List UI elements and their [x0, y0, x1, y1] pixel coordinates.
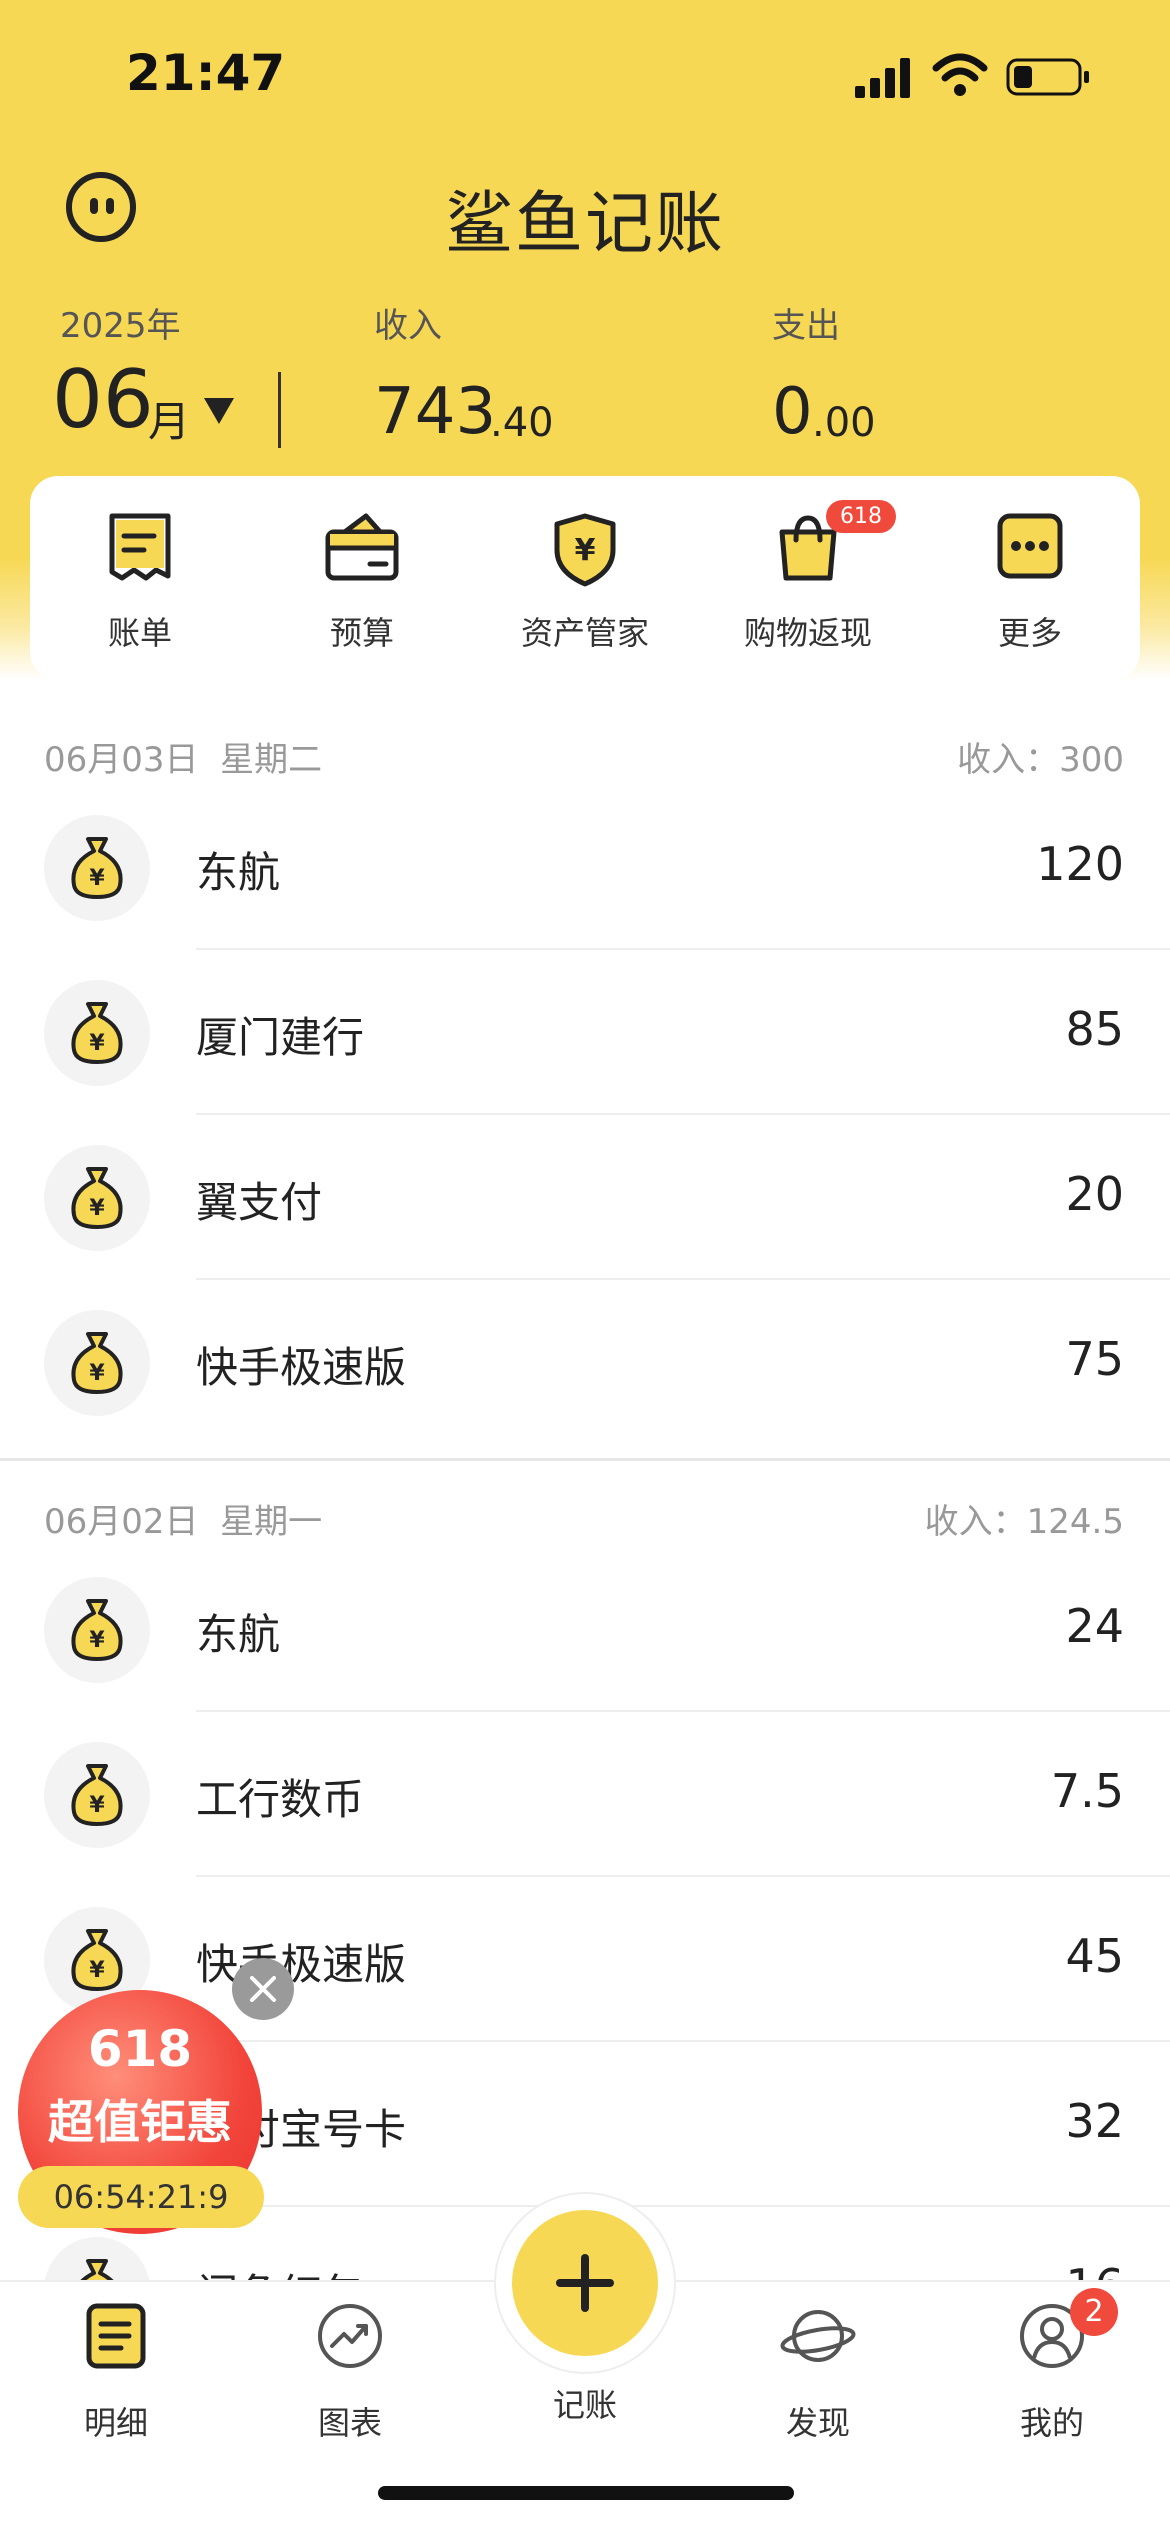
svg-text:¥: ¥ [89, 1958, 105, 1983]
svg-text:¥: ¥ [89, 1628, 105, 1653]
money-bag-icon: ¥ [44, 980, 150, 1086]
add-record-button[interactable] [512, 2210, 658, 2356]
app-title: 鲨鱼记账 [444, 185, 725, 264]
shield-yen-icon: ¥ [554, 513, 616, 587]
planet-icon [780, 2310, 856, 2362]
tab-details[interactable]: 明细 [26, 2302, 206, 2442]
income-label: 收入 [374, 306, 442, 346]
battery-icon [1006, 58, 1089, 96]
tab-label: 发现 [785, 2404, 850, 2442]
day-date: 06月02日 星期一 [44, 1502, 323, 1542]
list-icon [86, 2303, 146, 2369]
income-total: 743 [374, 375, 497, 449]
quick-action-label: 更多 [997, 614, 1062, 652]
transaction-name: 东航 [196, 848, 281, 897]
quick-action-more[interactable]: 更多 [930, 512, 1130, 662]
transaction-name: 翼支付 [196, 1178, 323, 1227]
promo-countdown: 06:54:21:9 [18, 2166, 264, 2228]
transaction-amount: 32 [1065, 2094, 1124, 2148]
transaction-name: 快手极速版 [196, 1940, 407, 1989]
transaction-amount: 24 [1065, 1599, 1124, 1653]
transaction-amount: 7.5 [1050, 1764, 1124, 1818]
expense-label: 支出 [772, 306, 840, 346]
year-label: 2025年 [60, 306, 181, 346]
transaction-name: 工行数币 [196, 1775, 365, 1824]
promo-title: 618 [87, 2020, 193, 2078]
day-total: 收入：124.5 [924, 1502, 1124, 1542]
transaction-amount: 85 [1065, 1002, 1124, 1056]
promo-618-widget[interactable]: 618 超值钜惠 06:54:21:9 [18, 1990, 264, 2250]
tab-charts[interactable]: 图表 [260, 2302, 440, 2442]
signal-icon [855, 58, 910, 98]
add-record-label: 记账 [552, 2386, 617, 2424]
notification-badge: 2 [1070, 2288, 1118, 2336]
month-unit: 月 [148, 397, 191, 446]
day-header: 06月02日 星期一 收入：124.5 [0, 1484, 1170, 1544]
transaction-row[interactable]: ¥ 东航 24 [0, 1547, 1170, 1712]
day-header: 06月03日 星期二 收入：300 [0, 722, 1170, 782]
transaction-amount: 20 [1065, 1167, 1124, 1221]
more-icon [997, 513, 1063, 579]
day-total: 收入：300 [957, 740, 1124, 780]
day-divider [0, 1458, 1170, 1461]
transaction-row[interactable]: ¥ 翼支付 20 [0, 1115, 1170, 1280]
transaction-row[interactable]: ¥ 工行数币 7.5 [0, 1712, 1170, 1877]
tab-label: 明细 [83, 2404, 148, 2442]
wifi-icon [932, 53, 988, 96]
money-bag-icon: ¥ [44, 1310, 150, 1416]
summary-divider [278, 372, 281, 448]
cashback-badge: 618 [826, 500, 896, 533]
income-total-decimal: .40 [490, 400, 554, 446]
day-date: 06月03日 星期二 [44, 740, 323, 780]
svg-text:¥: ¥ [575, 533, 596, 568]
bill-icon [109, 513, 171, 581]
status-time: 21:47 [126, 44, 286, 102]
transaction-row[interactable]: ¥ 东航 120 [0, 785, 1170, 950]
status-bar: 21:47 [0, 0, 1170, 150]
transaction-row[interactable]: ¥ 厦门建行 85 [0, 950, 1170, 1115]
transaction-amount: 45 [1065, 1929, 1124, 1983]
transaction-amount: 75 [1065, 1332, 1124, 1386]
quick-action-label: 账单 [107, 614, 172, 652]
expense-total: 0 [772, 375, 813, 449]
quick-action-bill[interactable]: 账单 [40, 512, 240, 662]
quick-action-label: 预算 [329, 614, 394, 652]
money-bag-icon: ¥ [44, 1577, 150, 1683]
transaction-name: 厦门建行 [196, 1013, 365, 1062]
month-selector[interactable]: 06 [52, 360, 154, 440]
money-bag-icon: ¥ [44, 1145, 150, 1251]
svg-text:¥: ¥ [89, 1361, 105, 1386]
svg-text:¥: ¥ [89, 1031, 105, 1056]
quick-action-cashback[interactable]: 618 购物返现 [708, 500, 908, 662]
promo-close-button[interactable] [232, 1958, 294, 2020]
money-bag-icon: ¥ [44, 1742, 150, 1848]
transaction-amount: 120 [1036, 837, 1124, 891]
svg-text:¥: ¥ [89, 1793, 105, 1818]
tab-label: 图表 [317, 2404, 382, 2442]
tab-label: 我的 [1019, 2404, 1084, 2442]
transaction-row[interactable]: ¥ 快手极速版 75 [0, 1280, 1170, 1445]
quick-action-budget[interactable]: 预算 [262, 512, 462, 662]
wallet-icon [325, 513, 399, 581]
chart-icon [318, 2304, 382, 2368]
promo-subtitle: 超值钜惠 [48, 2095, 232, 2149]
close-icon [250, 1976, 276, 2002]
caret-down-icon[interactable] [204, 398, 234, 424]
quick-actions-card: 账单 预算 ¥ 资产管家 618 购物返现 更多 [30, 476, 1140, 680]
quick-action-label: 购物返现 [743, 614, 872, 652]
quick-action-label: 资产管家 [520, 614, 649, 652]
quick-action-assets[interactable]: ¥ 资产管家 [485, 512, 685, 662]
tab-discover[interactable]: 发现 [728, 2302, 908, 2442]
expense-total-decimal: .00 [812, 400, 876, 446]
transaction-name: 东航 [196, 1610, 281, 1659]
svg-text:¥: ¥ [89, 866, 105, 891]
money-bag-icon: ¥ [44, 815, 150, 921]
home-indicator [378, 2486, 794, 2500]
transaction-name: 快手极速版 [196, 1343, 407, 1392]
svg-text:¥: ¥ [89, 1196, 105, 1221]
